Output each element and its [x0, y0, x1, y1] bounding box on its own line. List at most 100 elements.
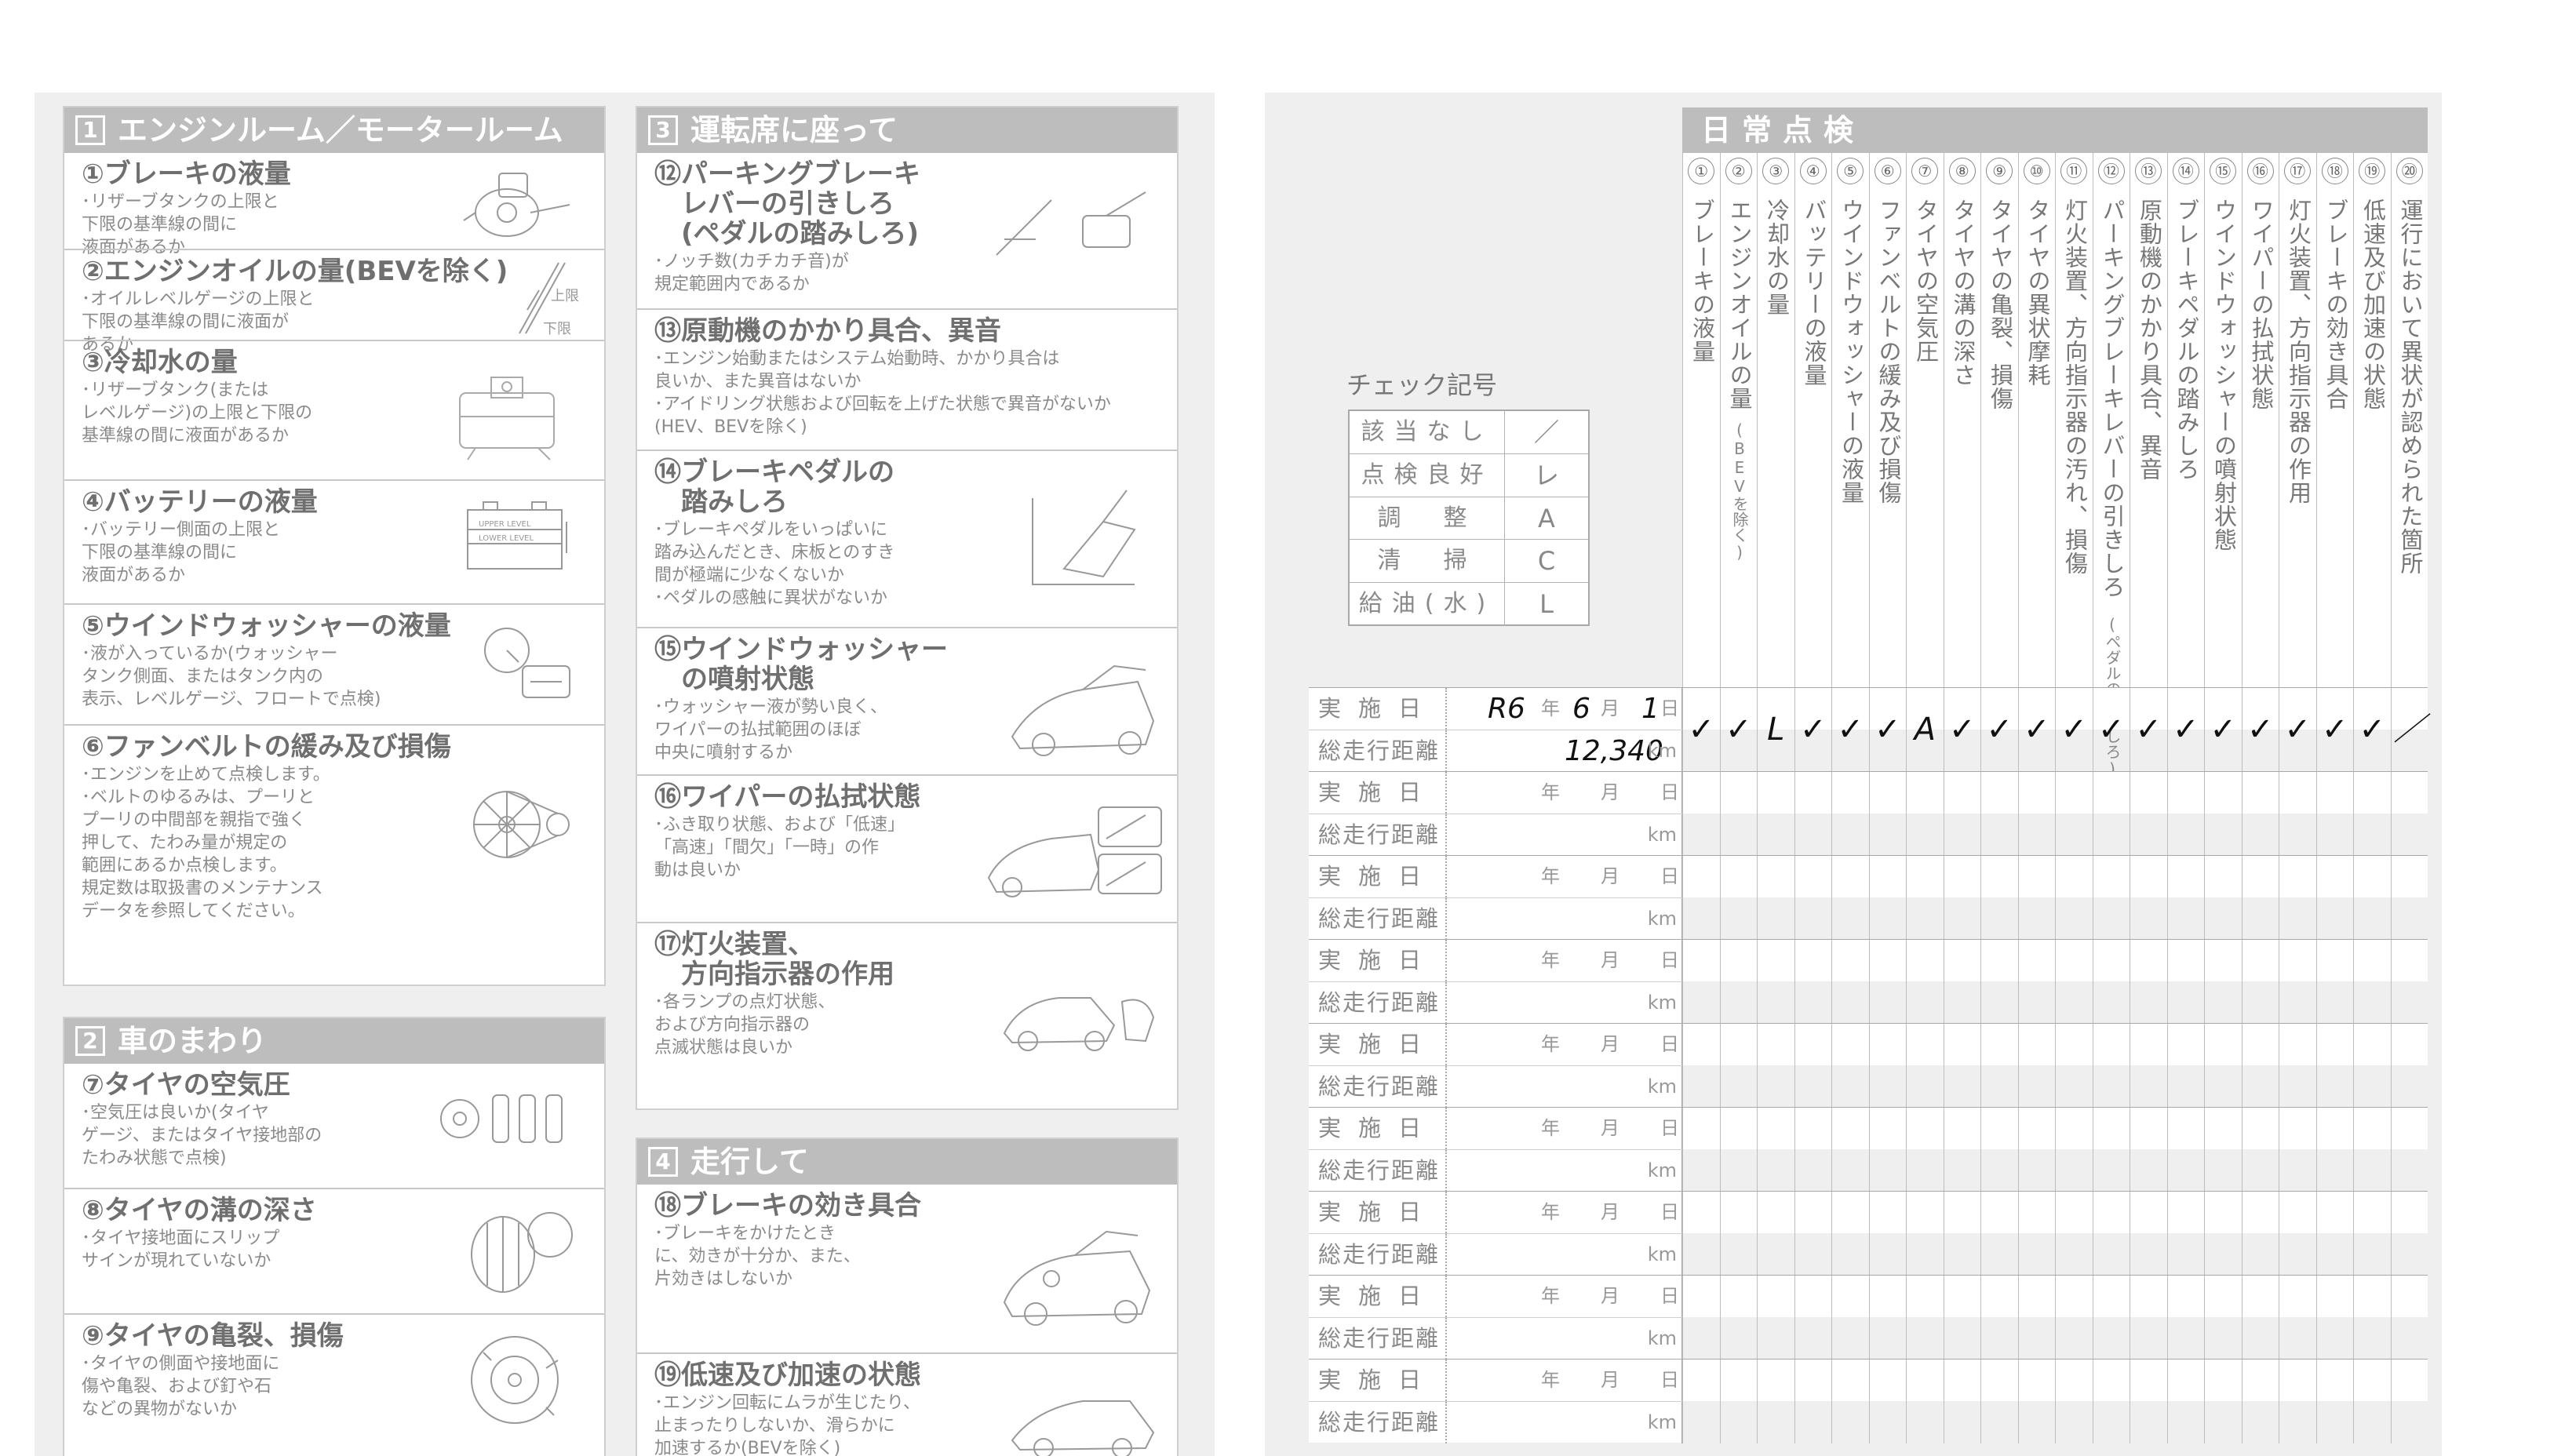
check-cell[interactable] [1868, 1024, 1907, 1108]
check-cell[interactable] [2166, 940, 2205, 1024]
check-cell[interactable] [1831, 1360, 1869, 1443]
check-cell[interactable] [1757, 1360, 1794, 1443]
check-cell[interactable] [1757, 1276, 1794, 1360]
check-cell[interactable] [1719, 1024, 1758, 1108]
check-cell[interactable] [2315, 1192, 2354, 1276]
check-cell[interactable]: ✓ [1868, 688, 1907, 772]
check-cell[interactable] [2241, 856, 2279, 940]
check-cell[interactable] [2241, 1360, 2279, 1443]
check-cell[interactable]: A [1906, 688, 1944, 772]
check-cell[interactable] [2092, 1192, 2130, 1276]
check-cell[interactable] [2055, 856, 2093, 940]
check-cell[interactable]: L [1757, 688, 1794, 772]
check-cell[interactable] [2353, 940, 2391, 1024]
check-cell[interactable]: ✓ [1794, 688, 1832, 772]
check-cell[interactable] [1980, 1108, 2018, 1192]
check-cell[interactable] [2092, 856, 2130, 940]
check-cell[interactable] [2204, 1360, 2242, 1443]
check-cell[interactable]: ／ [2390, 688, 2428, 772]
check-cell[interactable] [2353, 856, 2391, 940]
check-cell[interactable] [2017, 856, 2056, 940]
check-cell[interactable] [2166, 1276, 2205, 1360]
check-cell[interactable] [2130, 856, 2167, 940]
check-cell[interactable] [2279, 1108, 2316, 1192]
check-cell[interactable] [2241, 1108, 2279, 1192]
check-cell[interactable] [1906, 1192, 1944, 1276]
check-cell[interactable] [1906, 772, 1944, 856]
check-cell[interactable] [2279, 1192, 2316, 1276]
check-cell[interactable] [1831, 1276, 1869, 1360]
check-cell[interactable] [2055, 1360, 2093, 1443]
check-cell[interactable] [1719, 1360, 1758, 1443]
check-cell[interactable] [2166, 772, 2205, 856]
date-field[interactable]: 年月日 [1447, 772, 1682, 814]
check-cell[interactable] [2353, 1108, 2391, 1192]
check-cell[interactable] [1757, 1192, 1794, 1276]
check-cell[interactable] [1831, 856, 1869, 940]
check-cell[interactable] [2017, 1192, 2056, 1276]
check-cell[interactable] [2204, 856, 2242, 940]
check-cell[interactable] [2315, 940, 2354, 1024]
check-cell[interactable] [2017, 772, 2056, 856]
check-cell[interactable] [2390, 1276, 2428, 1360]
check-cell[interactable] [1906, 1360, 1944, 1443]
check-cell[interactable] [2241, 1276, 2279, 1360]
check-cell[interactable] [2279, 1276, 2316, 1360]
check-cell[interactable] [1682, 856, 1720, 940]
check-cell[interactable] [1868, 1360, 1907, 1443]
check-cell[interactable] [1943, 1360, 1981, 1443]
check-cell[interactable] [2092, 1108, 2130, 1192]
check-cell[interactable] [2055, 1192, 2093, 1276]
check-cell[interactable] [1906, 940, 1944, 1024]
mileage-field[interactable]: km [1447, 1233, 1682, 1276]
check-cell[interactable] [2315, 772, 2354, 856]
check-cell[interactable] [2204, 1108, 2242, 1192]
check-cell[interactable] [1906, 1108, 1944, 1192]
check-cell[interactable] [1719, 1192, 1758, 1276]
check-cell[interactable] [2315, 1276, 2354, 1360]
check-cell[interactable] [2279, 1360, 2316, 1443]
check-cell[interactable] [2166, 1024, 2205, 1108]
check-cell[interactable] [2055, 772, 2093, 856]
date-field[interactable]: 年月日 [1447, 940, 1682, 981]
check-cell[interactable] [2390, 1024, 2428, 1108]
check-cell[interactable] [1868, 1192, 1907, 1276]
check-cell[interactable] [1757, 772, 1794, 856]
check-cell[interactable] [1831, 1024, 1869, 1108]
check-cell[interactable]: ✓ [2055, 688, 2093, 772]
check-cell[interactable] [1868, 1108, 1907, 1192]
check-cell[interactable] [1980, 1360, 2018, 1443]
check-cell[interactable] [1980, 856, 2018, 940]
check-cell[interactable] [1868, 856, 1907, 940]
check-cell[interactable] [2204, 940, 2242, 1024]
check-cell[interactable] [2279, 772, 2316, 856]
check-cell[interactable] [2055, 1276, 2093, 1360]
check-cell[interactable] [2315, 856, 2354, 940]
check-cell[interactable] [2092, 940, 2130, 1024]
check-cell[interactable] [1943, 940, 1981, 1024]
check-cell[interactable] [2241, 772, 2279, 856]
check-cell[interactable] [1682, 1192, 1720, 1276]
check-cell[interactable]: ✓ [2279, 688, 2316, 772]
check-cell[interactable] [2390, 856, 2428, 940]
check-cell[interactable] [1831, 772, 1869, 856]
check-cell[interactable] [2353, 1360, 2391, 1443]
check-cell[interactable] [2204, 1276, 2242, 1360]
check-cell[interactable] [2204, 772, 2242, 856]
check-cell[interactable] [2315, 1024, 2354, 1108]
mileage-field[interactable]: km [1447, 1065, 1682, 1108]
check-cell[interactable] [1906, 856, 1944, 940]
check-cell[interactable] [2130, 1024, 2167, 1108]
mileage-field[interactable]: km [1447, 897, 1682, 940]
date-field[interactable]: 年月日 [1447, 1276, 1682, 1317]
check-cell[interactable] [2315, 1360, 2354, 1443]
check-cell[interactable] [1980, 1276, 2018, 1360]
check-cell[interactable] [2166, 1108, 2205, 1192]
check-cell[interactable] [1794, 1192, 1832, 1276]
check-cell[interactable] [2166, 1360, 2205, 1443]
check-cell[interactable]: ✓ [2353, 688, 2391, 772]
check-cell[interactable] [1980, 940, 2018, 1024]
date-field[interactable]: 年月日 [1447, 1024, 1682, 1065]
check-cell[interactable] [2353, 1024, 2391, 1108]
check-cell[interactable] [2055, 1024, 2093, 1108]
